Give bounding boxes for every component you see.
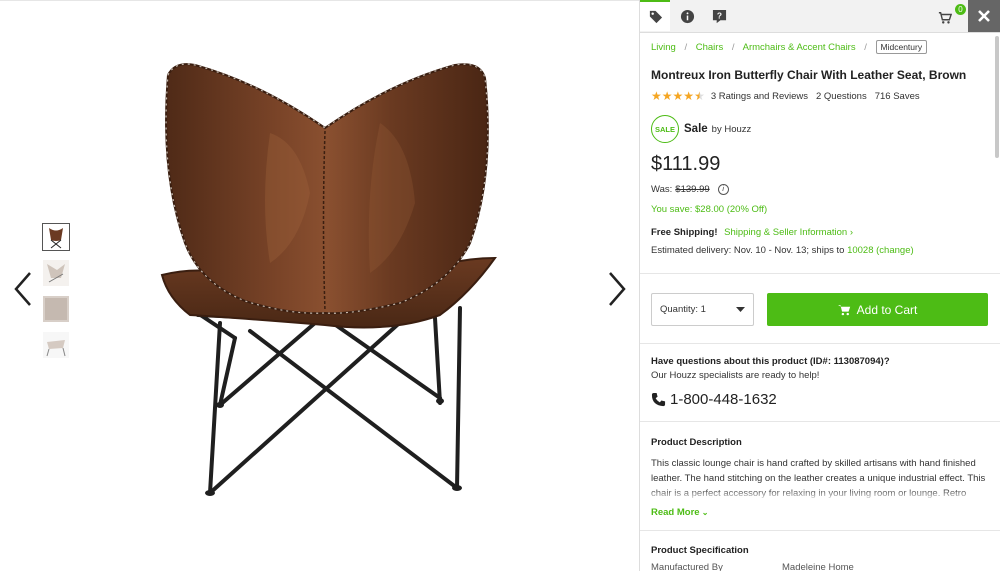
spec-key: Manufactured By xyxy=(651,562,723,571)
seller-label: by Houzz xyxy=(711,123,752,135)
cart-icon xyxy=(837,304,850,315)
phone-icon xyxy=(651,392,666,407)
phone-number-text: 1-800-448-1632 xyxy=(670,391,777,408)
change-zip-link[interactable]: (change) xyxy=(876,245,914,256)
product-image xyxy=(160,63,497,496)
sale-row: SALE Sale by Houzz xyxy=(651,115,989,143)
help-section: Have questions about this product (ID#: … xyxy=(651,344,989,421)
sale-badge: SALE xyxy=(651,115,679,143)
chevron-right-icon: › xyxy=(849,227,853,238)
breadcrumb-separator: / xyxy=(731,42,735,53)
cart-icon xyxy=(938,12,953,24)
star-icon: ★ xyxy=(683,89,695,103)
read-more-link[interactable]: Read More ⌄ xyxy=(651,507,989,518)
help-subtext: Our Houzz specialists are ready to help! xyxy=(651,370,820,381)
was-label: Was: xyxy=(651,184,673,195)
breadcrumb-armchairs[interactable]: Armchairs & Accent Chairs xyxy=(743,42,856,53)
half-star-icon: ★ xyxy=(694,89,705,103)
delivery-estimate: Estimated delivery: Nov. 10 - Nov. 13; s… xyxy=(651,245,845,256)
prev-image-button[interactable] xyxy=(12,269,38,309)
image-gallery xyxy=(0,0,639,571)
star-rating[interactable]: ★★★★★ xyxy=(651,89,705,103)
quantity-select[interactable]: Quantity: 1 xyxy=(651,293,754,326)
shipping-row: Free Shipping! Shipping & Seller Informa… xyxy=(651,227,989,238)
cart-button[interactable]: 0 xyxy=(938,4,966,28)
chevron-right-icon xyxy=(609,272,626,306)
product-panel: ? 0 Living / Chairs / Armchairs & Accent… xyxy=(639,0,1000,571)
savings-text: You save: $28.00 (20% Off) xyxy=(651,204,768,215)
star-icon: ★ xyxy=(672,89,684,103)
tag-icon xyxy=(649,10,662,24)
specification-section: Product Specification Manufactured By Ma… xyxy=(651,531,989,571)
ratings-reviews-link[interactable]: 3 Ratings and Reviews xyxy=(711,91,808,102)
breadcrumb: Living / Chairs / Armchairs & Accent Cha… xyxy=(651,40,989,54)
questions-link[interactable]: 2 Questions xyxy=(816,91,867,102)
description-text: This classic lounge chair is hand crafte… xyxy=(651,456,989,501)
chevron-down-icon: ⌄ xyxy=(699,508,709,517)
add-to-cart-label: Add to Cart xyxy=(856,302,918,317)
original-price: $139.99 xyxy=(675,184,710,195)
thumbnail-4[interactable] xyxy=(42,331,70,359)
current-price: $111.99 xyxy=(651,153,721,175)
close-icon xyxy=(978,10,990,22)
info-icon[interactable]: i xyxy=(717,184,729,195)
breadcrumb-separator: / xyxy=(864,42,867,53)
description-heading: Product Description xyxy=(651,437,742,448)
description-section: Product Description This classic lounge … xyxy=(651,422,989,530)
question-icon: ? xyxy=(712,9,726,23)
style-tag[interactable]: Midcentury xyxy=(875,40,928,54)
star-icon: ★ xyxy=(651,89,662,103)
scrollbar[interactable] xyxy=(995,36,999,158)
tab-info[interactable] xyxy=(672,0,702,32)
spec-row: Manufactured By Madeleine Home xyxy=(651,562,989,571)
tab-questions[interactable]: ? xyxy=(704,0,734,32)
breadcrumb-separator: / xyxy=(684,42,688,53)
close-button[interactable] xyxy=(968,0,1000,32)
thumbnail-2[interactable] xyxy=(42,259,70,287)
thumbnail-3[interactable] xyxy=(42,295,70,323)
delivery-row: Estimated delivery: Nov. 10 - Nov. 13; s… xyxy=(651,245,989,256)
breadcrumb-chairs[interactable]: Chairs xyxy=(696,42,723,53)
free-shipping-label: Free Shipping! xyxy=(651,227,718,238)
sale-label: Sale xyxy=(684,123,708,135)
thumbnail-strip xyxy=(42,223,70,367)
product-title: Montreux Iron Butterfly Chair With Leath… xyxy=(651,68,967,82)
chevron-down-icon xyxy=(736,306,745,312)
phone-number[interactable]: 1-800-448-1632 xyxy=(651,391,989,408)
panel-toolbar: ? 0 xyxy=(640,0,1000,33)
buy-row: Quantity: 1 Add to Cart xyxy=(651,274,989,343)
add-to-cart-button[interactable]: Add to Cart xyxy=(767,293,988,326)
spec-value: Madeleine Home xyxy=(782,562,854,571)
zip-code-link[interactable]: 10028 xyxy=(847,245,873,256)
chevron-left-icon xyxy=(14,272,31,306)
saves-count: 716 Saves xyxy=(874,90,920,102)
tab-price-tag[interactable] xyxy=(640,0,670,31)
quantity-value: Quantity: 1 xyxy=(660,304,706,315)
info-icon xyxy=(680,9,694,23)
svg-text:?: ? xyxy=(716,10,721,20)
shipping-info-link[interactable]: Shipping & Seller Information › xyxy=(724,227,853,238)
next-image-button[interactable] xyxy=(606,269,632,309)
rating-row: ★★★★★ 3 Ratings and Reviews 2 Questions … xyxy=(651,89,989,103)
specification-heading: Product Specification xyxy=(651,545,749,556)
help-heading: Have questions about this product (ID#: … xyxy=(651,356,890,367)
star-icon: ★ xyxy=(661,89,673,103)
thumbnail-1[interactable] xyxy=(42,223,70,251)
cart-count-badge: 0 xyxy=(955,4,966,15)
was-price-row: Was: $139.99 i xyxy=(651,184,989,195)
breadcrumb-living[interactable]: Living xyxy=(651,42,676,53)
